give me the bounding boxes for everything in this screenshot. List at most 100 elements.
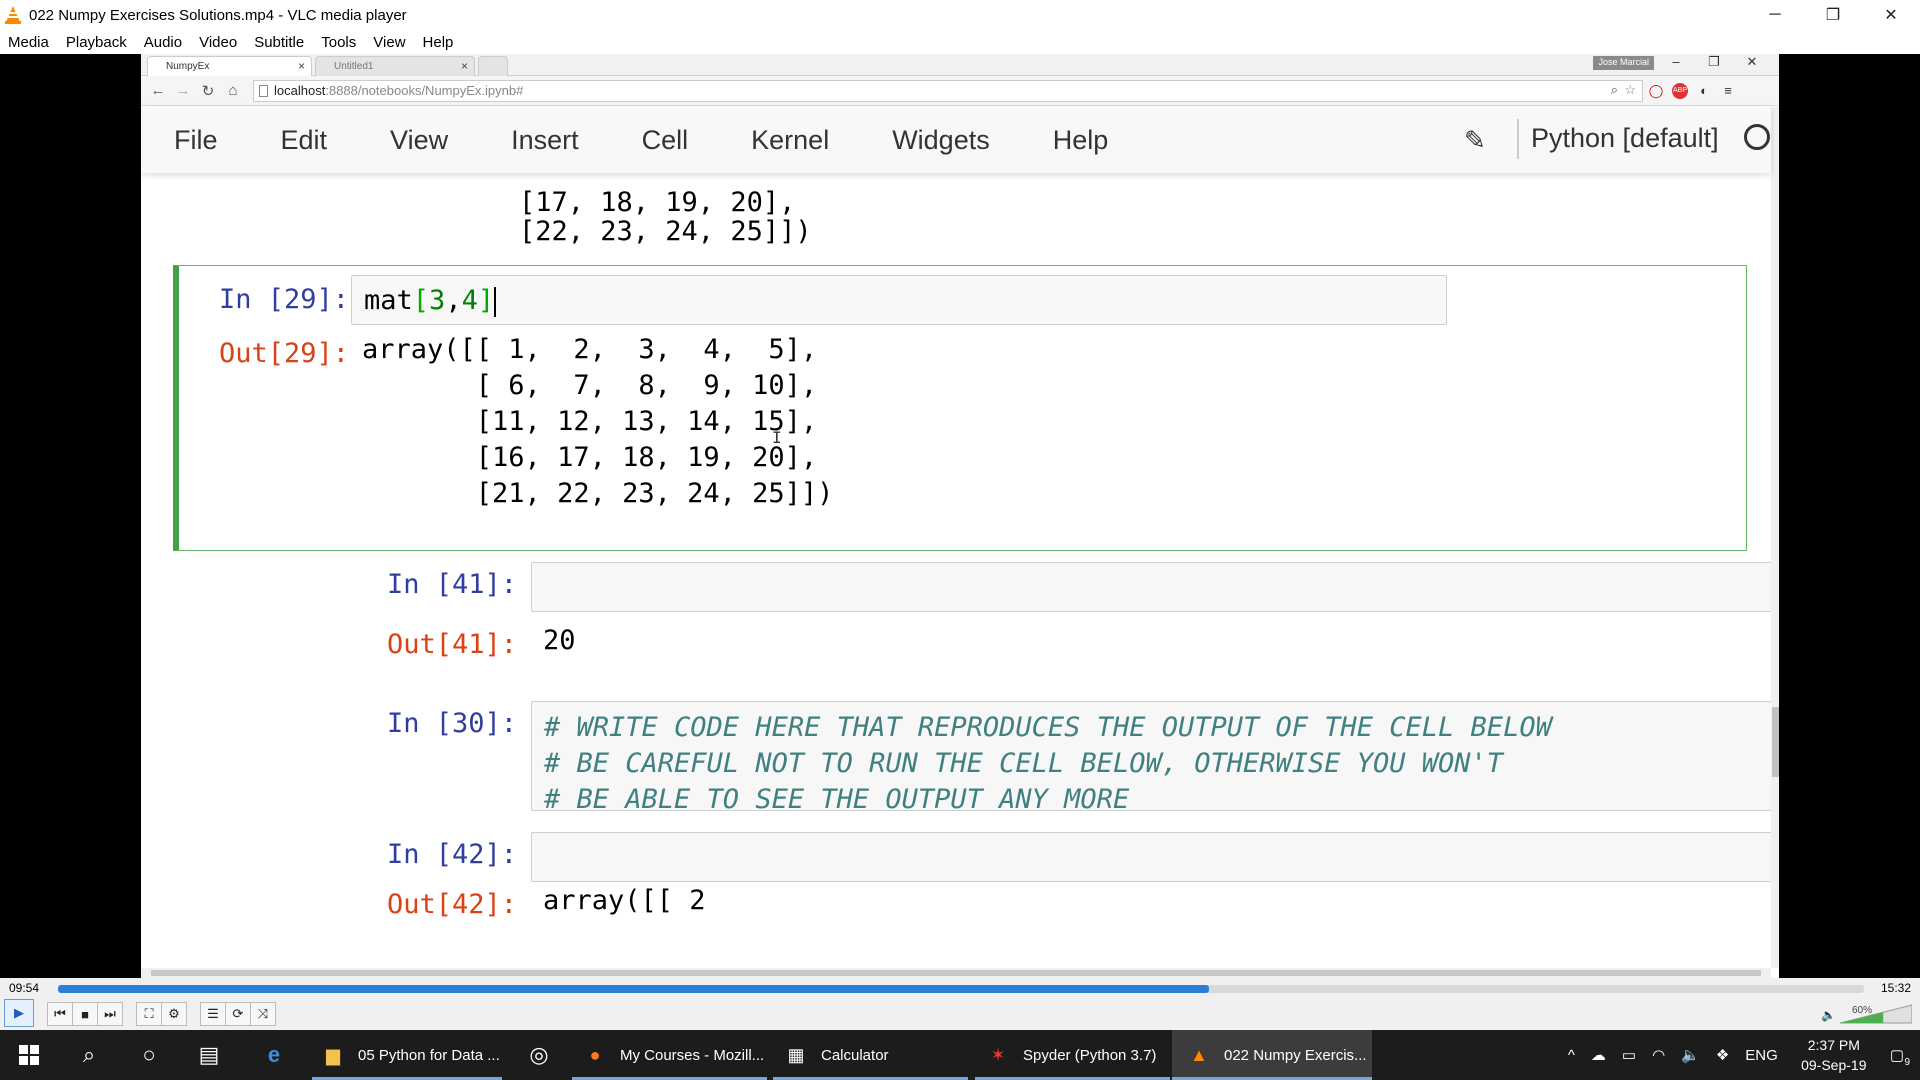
vlc-menu-bar: Media Playback Audio Video Subtitle Tool… — [0, 30, 1920, 54]
taskbar-app-explorer[interactable]: ▆ 05 Python for Data ... — [312, 1030, 502, 1080]
home-icon[interactable]: ⌂ — [225, 82, 241, 99]
language-indicator[interactable]: ENG — [1745, 1047, 1778, 1064]
seek-bar-fill — [58, 985, 1209, 993]
edit-mode-pencil-icon: ✎ — [1464, 125, 1486, 155]
forward-icon[interactable]: → — [175, 82, 191, 99]
browser-close-button[interactable]: ✕ — [1733, 54, 1771, 70]
previous-button[interactable]: ⏮ — [47, 1002, 73, 1026]
code-cell-selected[interactable]: In [29]: mat[3,4] Out[29]: array([[ 1, 2… — [173, 265, 1747, 551]
cortana-icon[interactable]: ○ — [120, 1030, 178, 1080]
horizontal-scrollbar[interactable] — [141, 968, 1771, 978]
tab-label: NumpyEx — [166, 61, 210, 72]
browser-menu-icon[interactable]: ≡ — [1717, 80, 1739, 102]
browser-tab-untitled1[interactable]: Untitled1 × — [315, 56, 475, 76]
profile-badge[interactable]: Jose Marcial — [1593, 56, 1654, 70]
scrollbar-thumb[interactable] — [151, 970, 1761, 976]
vertical-scrollbar[interactable] — [1771, 107, 1779, 968]
volume-slider[interactable] — [1840, 1004, 1912, 1024]
taskbar-app-calculator[interactable]: ▦ Calculator — [773, 1030, 968, 1080]
cell-output: array([[ 2 — [543, 885, 706, 916]
code-input[interactable]: # WRITE CODE HERE THAT REPRODUCES THE OU… — [531, 701, 1771, 815]
calculator-icon: ▦ — [787, 1044, 805, 1065]
jupyter-menu-widgets[interactable]: Widgets — [892, 125, 990, 156]
minimize-button[interactable]: ─ — [1746, 0, 1804, 30]
jupyter-menu-view[interactable]: View — [390, 125, 448, 156]
search-icon[interactable]: ⌕ — [60, 1030, 118, 1080]
address-bar-row: ← → ↻ ⌂ localhost:8888/notebooks/NumpyEx… — [141, 76, 1779, 106]
tab-close-icon[interactable]: × — [298, 59, 305, 73]
extended-settings-button[interactable]: ⚙ — [161, 1002, 187, 1026]
url-input[interactable]: localhost:8888/notebooks/NumpyEx.ipynb# … — [253, 79, 1643, 102]
opera-extension-icon[interactable]: ◯ — [1645, 80, 1667, 102]
taskbar-app-spyder[interactable]: ✶ Spyder (Python 3.7) — [975, 1030, 1170, 1080]
spyder-icon: ✶ — [990, 1044, 1006, 1065]
jupyter-menu-insert[interactable]: Insert — [511, 125, 579, 156]
zoom-icon[interactable]: ⌕ — [1611, 82, 1618, 98]
dark-mode-extension-icon[interactable]: ◐ — [1693, 80, 1715, 102]
loop-button[interactable]: ⟳ — [225, 1002, 251, 1026]
code-input-empty[interactable] — [531, 562, 1771, 612]
dropbox-icon[interactable]: ❖ — [1716, 1046, 1729, 1064]
task-view-icon[interactable]: ▤ — [180, 1030, 238, 1080]
playlist-button[interactable]: ☰ — [200, 1002, 226, 1026]
browser-minimize-button[interactable]: – — [1657, 54, 1695, 70]
close-button[interactable]: ✕ — [1862, 0, 1920, 30]
obs-icon[interactable]: ◎ — [510, 1030, 568, 1080]
menu-video[interactable]: Video — [199, 34, 237, 51]
seek-bar[interactable] — [58, 985, 1864, 993]
menu-view[interactable]: View — [373, 34, 405, 51]
code-input-empty[interactable] — [531, 832, 1771, 882]
cell-output: array([[ 1, 2, 3, 4, 5], [ 6, 7, 8, 9, 1… — [362, 334, 834, 509]
in-prompt: In [42]: — [386, 839, 517, 870]
menu-subtitle[interactable]: Subtitle — [254, 34, 304, 51]
new-tab-button[interactable] — [478, 56, 508, 76]
text-caret — [494, 286, 497, 317]
notifications-icon[interactable]: ▢ 9 — [1890, 1046, 1910, 1068]
video-area[interactable]: NumpyEx × Untitled1 × Jose Marcial – ❐ ✕… — [0, 54, 1920, 978]
onedrive-icon[interactable]: ☁ — [1591, 1046, 1606, 1064]
menu-audio[interactable]: Audio — [144, 34, 182, 51]
play-button[interactable]: ▶ — [4, 999, 34, 1027]
next-button[interactable]: ⏭ — [97, 1002, 123, 1026]
jupyter-menu-kernel[interactable]: Kernel — [751, 125, 829, 156]
speaker-icon[interactable]: 🔈 — [1821, 1008, 1836, 1022]
notification-count: 9 — [1904, 1057, 1910, 1068]
taskbar-app-vlc[interactable]: ▲ 022 Numpy Exercis... — [1172, 1030, 1372, 1080]
clock[interactable]: 2:37 PM 09-Sep-19 — [1786, 1035, 1882, 1075]
bookmark-star-icon[interactable]: ☆ — [1624, 82, 1636, 98]
wifi-icon[interactable]: ◠ — [1652, 1046, 1665, 1064]
menu-media[interactable]: Media — [8, 34, 49, 51]
battery-icon[interactable]: ▭ — [1622, 1046, 1636, 1064]
system-tray: ^ ☁ ▭ ◠ 🔈 ❖ ENG 2:37 PM 09-Sep-19 ▢ 9 — [1560, 1030, 1920, 1080]
volume-icon[interactable]: 🔈 — [1681, 1046, 1700, 1064]
jupyter-menu-help[interactable]: Help — [1053, 125, 1109, 156]
reload-icon[interactable]: ↻ — [200, 82, 216, 100]
adblock-icon[interactable]: ABP — [1669, 80, 1691, 102]
browser-tab-numpyex[interactable]: NumpyEx × — [147, 56, 312, 76]
tab-close-icon[interactable]: × — [461, 59, 468, 73]
notebook-container[interactable]: [17, 18, 19, 20], [22, 23, 24, 25]]) In … — [141, 173, 1771, 968]
browser-restore-button[interactable]: ❐ — [1695, 54, 1733, 70]
cell-output: 20 — [543, 625, 576, 656]
stop-button[interactable]: ■ — [72, 1002, 98, 1026]
out-prompt: Out[29]: — [218, 338, 349, 369]
code-text: mat[3,4] — [364, 285, 497, 317]
in-prompt: In [41]: — [386, 569, 517, 600]
taskbar-app-firefox[interactable]: ● My Courses - Mozill... — [572, 1030, 767, 1080]
menu-help[interactable]: Help — [423, 34, 454, 51]
windows-start-icon[interactable] — [0, 1030, 58, 1080]
edge-icon[interactable]: e — [245, 1030, 303, 1080]
restore-button[interactable]: ❐ — [1804, 0, 1862, 30]
shuffle-button[interactable]: ⤨ — [250, 1002, 276, 1026]
menu-tools[interactable]: Tools — [321, 34, 356, 51]
browser-window: NumpyEx × Untitled1 × Jose Marcial – ❐ ✕… — [141, 54, 1779, 978]
back-icon[interactable]: ← — [150, 82, 166, 99]
jupyter-menu-cell[interactable]: Cell — [642, 125, 689, 156]
jupyter-menu-file[interactable]: File — [174, 125, 218, 156]
fullscreen-button[interactable]: ⛶ — [136, 1002, 162, 1026]
jupyter-menu-edit[interactable]: Edit — [281, 125, 328, 156]
code-input[interactable]: mat[3,4] — [351, 275, 1447, 325]
scrollbar-thumb[interactable] — [1772, 707, 1779, 777]
menu-playback[interactable]: Playback — [66, 34, 127, 51]
show-hidden-icons-icon[interactable]: ^ — [1568, 1047, 1575, 1064]
